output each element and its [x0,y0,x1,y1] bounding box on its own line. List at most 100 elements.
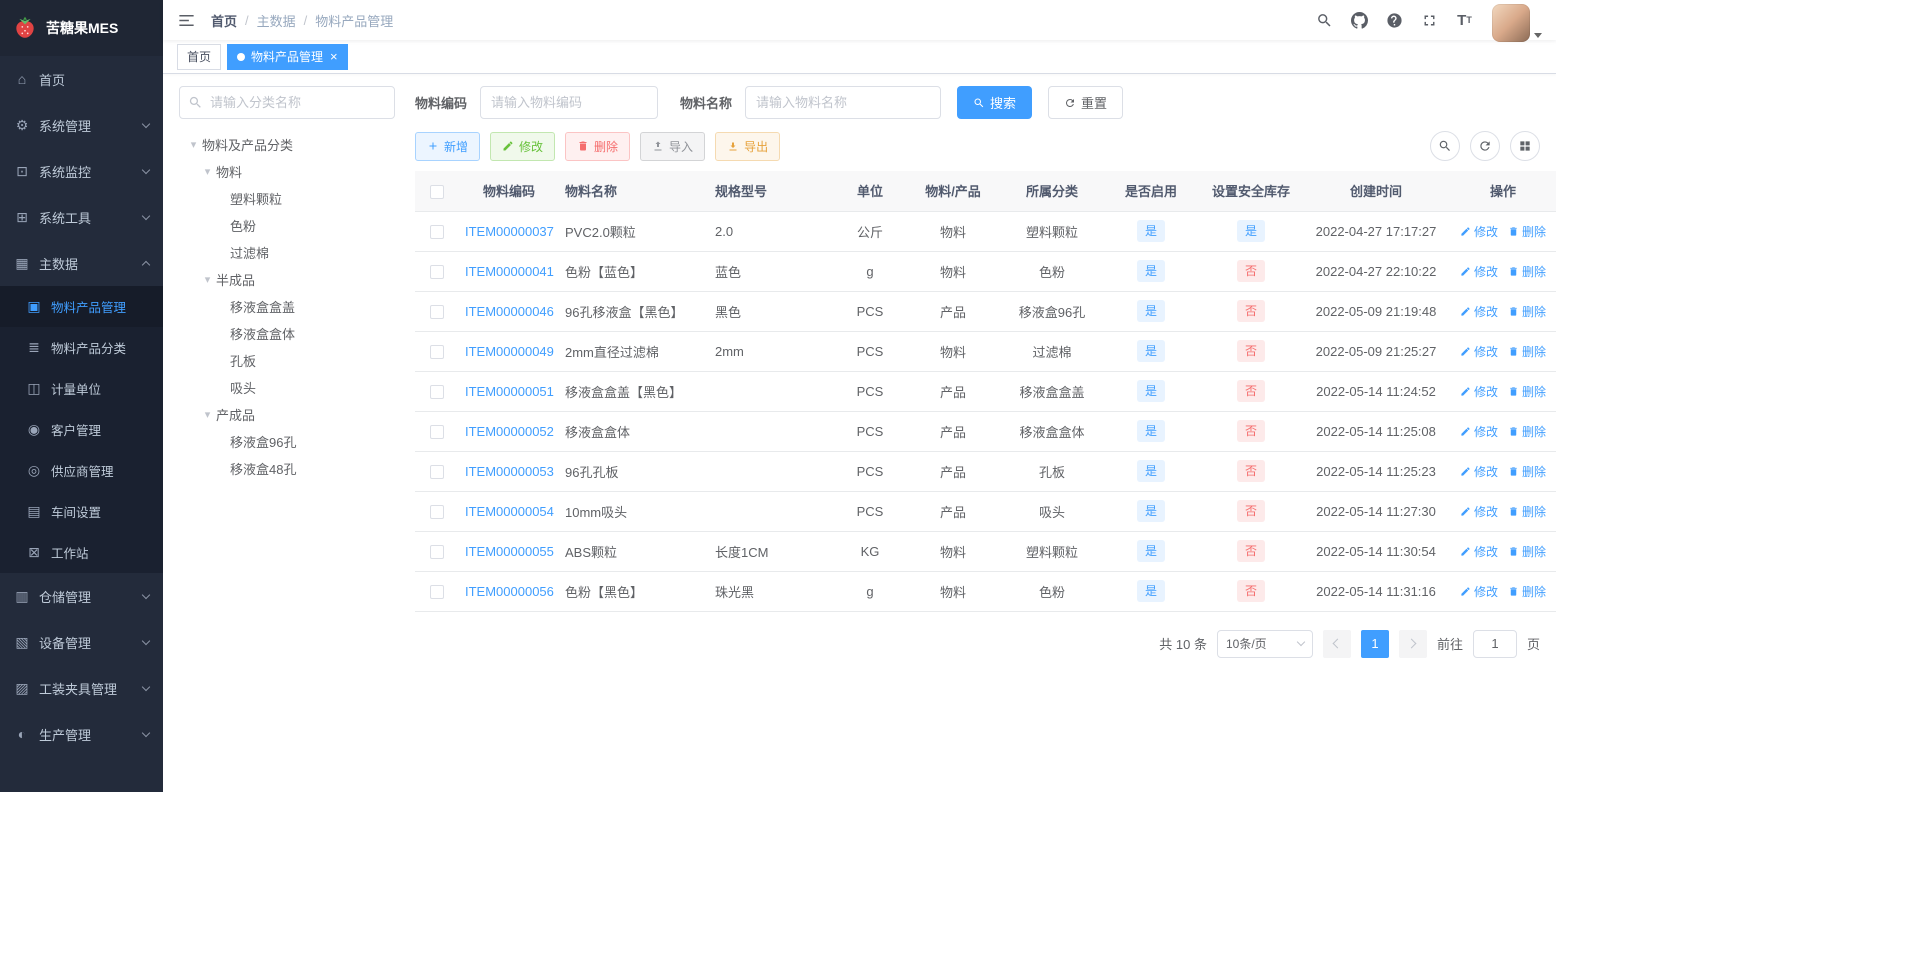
code-filter-input[interactable] [480,86,659,119]
row-checkbox[interactable] [430,224,444,239]
tree-node[interactable]: ▾吸头 [179,374,395,401]
reset-button[interactable]: 重置 [1048,86,1124,119]
select-all-checkbox[interactable] [430,184,444,199]
edit-row-button[interactable]: 修改 [1460,343,1498,360]
delete-button[interactable]: 删除 [565,131,631,161]
sidebar-subitem[interactable]: ▣ 物料产品管理 [0,286,163,327]
category-search-input[interactable] [179,86,395,119]
sidebar-item[interactable]: ▦ 主数据 [0,240,163,286]
add-button[interactable]: 新增 [415,131,481,161]
material-code-link[interactable]: ITEM00000041 [465,264,554,279]
sidebar-item[interactable]: ⌂ 首页 [0,56,163,102]
row-checkbox[interactable] [430,584,444,599]
import-button[interactable]: 导入 [640,131,706,161]
tag-item[interactable]: 物料产品管理 × [227,43,348,70]
goto-page-input[interactable] [1472,629,1517,658]
edit-row-button[interactable]: 修改 [1460,543,1498,560]
row-checkbox[interactable] [430,424,444,439]
page-size-select[interactable]: 10条/页 [1216,629,1313,658]
material-code-link[interactable]: ITEM00000053 [465,464,554,479]
user-menu[interactable] [1492,4,1542,42]
sidebar-item[interactable]: ◐ 生产管理 [0,711,163,757]
sidebar-item[interactable]: ▥ 仓储管理 [0,573,163,619]
github-icon[interactable] [1350,11,1369,30]
material-code-link[interactable]: ITEM00000037 [465,224,554,239]
tree-node[interactable]: ▾ 产成品 [179,401,395,428]
delete-row-button[interactable]: 删除 [1508,343,1546,360]
tree-node[interactable]: ▾移液盒盒体 [179,320,395,347]
row-checkbox[interactable] [430,384,444,399]
tree-node[interactable]: ▾孔板 [179,347,395,374]
edit-row-button[interactable]: 修改 [1460,463,1498,480]
tree-node[interactable]: ▾移液盒48孔 [179,455,395,482]
font-size-icon[interactable] [1455,11,1474,30]
caret-down-icon[interactable]: ▾ [185,138,202,151]
tag-item[interactable]: 首页 [177,43,222,70]
delete-row-button[interactable]: 删除 [1508,383,1546,400]
material-code-link[interactable]: ITEM00000051 [465,384,554,399]
edit-row-button[interactable]: 修改 [1460,223,1498,240]
delete-row-button[interactable]: 删除 [1508,503,1546,520]
caret-down-icon[interactable]: ▾ [199,408,216,421]
tree-node[interactable]: ▾ 半成品 [179,266,395,293]
columns-button[interactable] [1510,131,1540,161]
delete-row-button[interactable]: 删除 [1508,543,1546,560]
name-filter-input[interactable] [745,86,942,119]
tree-node[interactable]: ▾移液盒盒盖 [179,293,395,320]
breadcrumb-item[interactable]: 首页 [211,11,237,30]
delete-row-button[interactable]: 删除 [1508,223,1546,240]
help-icon[interactable] [1385,11,1404,30]
row-checkbox[interactable] [430,344,444,359]
material-code-link[interactable]: ITEM00000056 [465,584,554,599]
tree-node[interactable]: ▾过滤棉 [179,239,395,266]
caret-down-icon[interactable]: ▾ [199,273,216,286]
row-checkbox[interactable] [430,304,444,319]
edit-row-button[interactable]: 修改 [1460,383,1498,400]
sidebar-item[interactable]: ⊞ 系统工具 [0,194,163,240]
close-icon[interactable]: × [330,50,338,63]
sidebar-subitem[interactable]: ⊠ 工作站 [0,532,163,573]
sidebar-subitem[interactable]: ◉ 客户管理 [0,409,163,450]
breadcrumb-item[interactable]: 主数据 [257,11,296,30]
edit-row-button[interactable]: 修改 [1460,423,1498,440]
sidebar-item[interactable]: ⚙ 系统管理 [0,102,163,148]
search-button[interactable]: 搜索 [957,86,1033,119]
edit-row-button[interactable]: 修改 [1460,263,1498,280]
sidebar-item[interactable]: ▨ 工装夹具管理 [0,665,163,711]
row-checkbox[interactable] [430,464,444,479]
toggle-search-button[interactable] [1430,131,1460,161]
tree-node[interactable]: ▾色粉 [179,212,395,239]
sidebar-item[interactable]: ⊡ 系统监控 [0,148,163,194]
sidebar-subitem[interactable]: ◫ 计量单位 [0,368,163,409]
material-code-link[interactable]: ITEM00000055 [465,544,554,559]
edit-row-button[interactable]: 修改 [1460,503,1498,520]
edit-row-button[interactable]: 修改 [1460,583,1498,600]
edit-button[interactable]: 修改 [490,131,556,161]
next-page-button[interactable] [1398,629,1427,658]
tree-node[interactable]: ▾移液盒96孔 [179,428,395,455]
tree-node[interactable]: ▾塑料颗粒 [179,185,395,212]
material-code-link[interactable]: ITEM00000052 [465,424,554,439]
delete-row-button[interactable]: 删除 [1508,583,1546,600]
row-checkbox[interactable] [430,504,444,519]
export-button[interactable]: 导出 [715,131,781,161]
material-code-link[interactable]: ITEM00000054 [465,504,554,519]
material-code-link[interactable]: ITEM00000046 [465,304,554,319]
sidebar-subitem[interactable]: ▤ 车间设置 [0,491,163,532]
material-code-link[interactable]: ITEM00000049 [465,344,554,359]
sidebar-toggle-icon[interactable] [177,10,197,30]
prev-page-button[interactable] [1322,629,1351,658]
app-logo[interactable]: 苦糖果MES [0,0,163,56]
delete-row-button[interactable]: 删除 [1508,303,1546,320]
refresh-button[interactable] [1470,131,1500,161]
edit-row-button[interactable]: 修改 [1460,303,1498,320]
delete-row-button[interactable]: 删除 [1508,263,1546,280]
fullscreen-icon[interactable] [1420,11,1439,30]
current-page[interactable]: 1 [1360,629,1389,658]
sidebar-subitem[interactable]: ≣ 物料产品分类 [0,327,163,368]
search-icon[interactable] [1315,11,1334,30]
tree-node[interactable]: ▾ 物料 [179,158,395,185]
caret-down-icon[interactable]: ▾ [199,165,216,178]
sidebar-subitem[interactable]: ◎ 供应商管理 [0,450,163,491]
delete-row-button[interactable]: 删除 [1508,463,1546,480]
